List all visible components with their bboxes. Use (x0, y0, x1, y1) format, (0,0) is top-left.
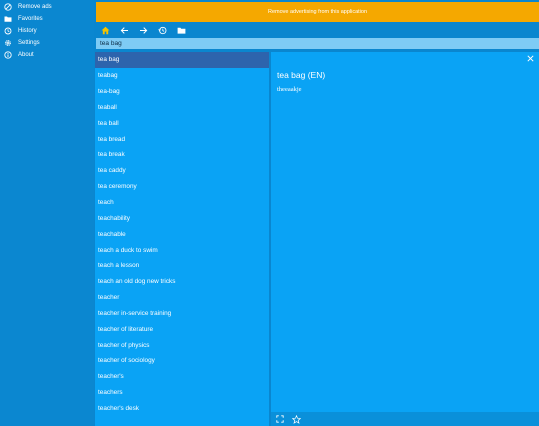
sidebar-item-label: Favorites (18, 16, 43, 22)
sidebar-item-remove-ads[interactable]: Remove ads (0, 1, 94, 13)
remove-ads-banner[interactable]: Remove advertising from this application (96, 2, 539, 22)
search-input[interactable] (96, 38, 539, 49)
sidebar-item-settings[interactable]: Settings (0, 37, 94, 49)
list-item[interactable]: teachability (95, 210, 269, 226)
list-item[interactable]: teach a duck to swim (95, 242, 269, 258)
sidebar-item-favorites[interactable]: Favorites (0, 13, 94, 25)
sidebar-item-label: About (18, 52, 34, 58)
no-ads-icon (4, 3, 12, 11)
fullscreen-icon[interactable] (275, 414, 285, 424)
list-item[interactable]: teachers (95, 385, 269, 401)
folder-icon[interactable] (176, 25, 187, 36)
entry-panel: tea bag (EN) theeaakje (271, 52, 539, 412)
sidebar-item-about[interactable]: About (0, 49, 94, 61)
entry-translation: theeaakje (277, 86, 302, 93)
sidebar-item-history[interactable]: History (0, 25, 94, 37)
list-item[interactable]: teacher of literature (95, 321, 269, 337)
list-item[interactable]: teach a lesson (95, 258, 269, 274)
list-item[interactable]: teach an old dog new tricks (95, 274, 269, 290)
list-item[interactable]: teacher of physics (95, 337, 269, 353)
history-icon[interactable] (157, 25, 168, 36)
list-item[interactable]: teacher of sociology (95, 353, 269, 369)
list-item[interactable]: teacher's (95, 369, 269, 385)
list-item[interactable]: teaball (95, 100, 269, 116)
folder-icon (4, 15, 12, 23)
list-item[interactable]: tea bread (95, 131, 269, 147)
home-icon[interactable] (100, 25, 111, 36)
list-item[interactable]: teabag (95, 68, 269, 84)
back-arrow-icon[interactable] (119, 25, 130, 36)
list-item[interactable]: tea bag (95, 52, 269, 68)
entry-footer (271, 412, 539, 426)
forward-arrow-icon[interactable] (138, 25, 149, 36)
entry-title: tea bag (EN) (277, 70, 326, 80)
list-item[interactable]: tea caddy (95, 163, 269, 179)
sidebar-item-label: Remove ads (18, 4, 52, 10)
list-item[interactable]: teachable (95, 226, 269, 242)
sidebar-item-label: Settings (18, 40, 40, 46)
list-item[interactable]: tea ball (95, 115, 269, 131)
info-icon (4, 51, 12, 59)
list-item[interactable]: teacher in-service training (95, 306, 269, 322)
close-icon[interactable] (526, 54, 535, 63)
word-list: tea bag teabag tea-bag teaball tea ball tea b… (95, 52, 269, 426)
sidebar: Remove ads Favorites History Settings Ab… (0, 0, 94, 426)
list-item[interactable]: tea-bag (95, 84, 269, 100)
toolbar (96, 22, 539, 38)
list-item[interactable]: tea ceremony (95, 179, 269, 195)
list-item[interactable]: teacher's desk (95, 401, 269, 417)
star-icon[interactable] (291, 414, 301, 424)
list-item[interactable]: tea break (95, 147, 269, 163)
sidebar-item-label: History (18, 28, 37, 34)
list-item[interactable]: teacher (95, 290, 269, 306)
gear-icon (4, 39, 12, 47)
list-item[interactable]: teach (95, 195, 269, 211)
history-icon (4, 27, 12, 35)
